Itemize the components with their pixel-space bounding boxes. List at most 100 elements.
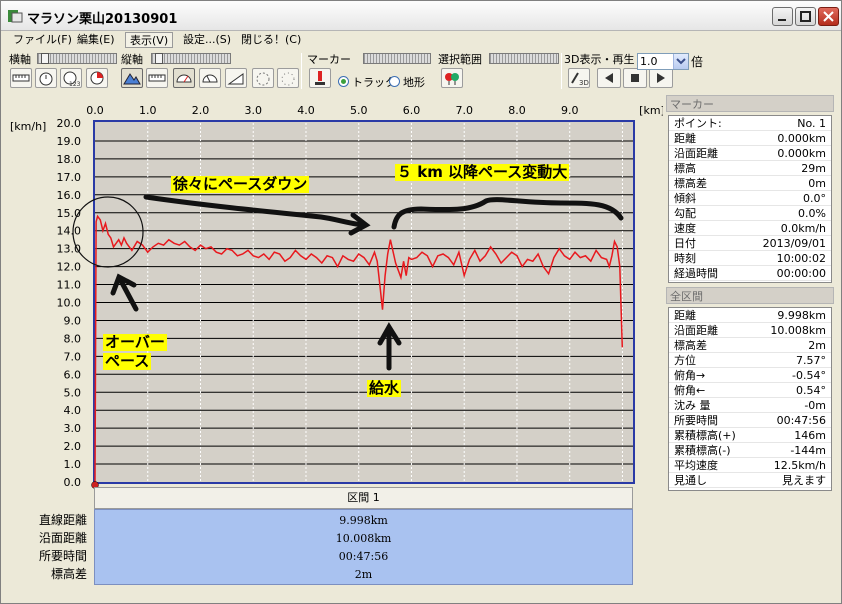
info-key: 沿面距離 (674, 324, 718, 337)
y-axis-slider-thumb[interactable] (155, 53, 163, 64)
summary-value: 10.008km (335, 532, 392, 545)
title-bar[interactable]: マラソン栗山20130901 (1, 1, 841, 31)
menu-settings[interactable]: 設定...(S) (179, 32, 235, 48)
horizontal-scrollbar[interactable] (1, 591, 663, 603)
timer-view-button[interactable] (252, 68, 274, 88)
info-value: 00:00:00 (776, 267, 826, 280)
slope-view-button[interactable] (225, 68, 247, 88)
elevation-view-button[interactable] (121, 68, 143, 88)
counter-axis-button[interactable]: 123 (60, 68, 82, 88)
marker-pin-button[interactable] (309, 68, 331, 88)
play-forward-button[interactable] (649, 68, 673, 88)
info-row: 俯角→ -0.54° (669, 368, 831, 383)
toolbar-separator (301, 53, 302, 89)
window-title: マラソン栗山20130901 (27, 12, 178, 27)
close-button[interactable] (818, 7, 839, 26)
info-row: 距離 0.000km (669, 131, 831, 146)
menu-edit[interactable]: 編集(E) (73, 32, 119, 48)
info-value: 0.000km (777, 147, 826, 160)
app-icon (8, 10, 23, 23)
info-value: 0.0% (798, 207, 826, 220)
info-key: 距離 (674, 132, 696, 145)
range-slider[interactable] (489, 53, 559, 64)
speed-select[interactable]: 1.0 (637, 53, 689, 70)
menu-bar: ファイル(F) 編集(E) 表示(V) 設定...(S) 閉じる！(C) (1, 31, 841, 49)
info-value: 0.0km/h (780, 222, 826, 235)
menu-close[interactable]: 閉じる！(C) (237, 32, 305, 48)
y-tick-label: 18.0 (57, 153, 82, 166)
summary-value: 9.998km (339, 514, 388, 527)
info-key: 速度 (674, 222, 696, 235)
marker-section-header: マーカー (666, 95, 834, 112)
info-value: 0.54° (796, 384, 826, 397)
summary-label: 直線距離 (38, 513, 87, 527)
y-tick-label: 16.0 (57, 189, 82, 202)
info-key: 日付 (674, 237, 696, 250)
menu-file[interactable]: ファイル(F) (9, 32, 76, 48)
view-3d-button[interactable]: 3D (568, 68, 590, 88)
info-value: 10.008km (770, 324, 826, 337)
mountain-icon (123, 73, 141, 85)
track-radio[interactable] (338, 76, 349, 87)
info-value: 見えます (782, 474, 826, 487)
x-axis-slider[interactable] (37, 53, 117, 64)
timer-dots-icon (281, 72, 295, 86)
summary-value: 00:47:56 (338, 550, 389, 563)
maximize-button[interactable] (795, 7, 816, 26)
y-tick-label: 11.0 (57, 279, 82, 292)
info-key: 方位 (674, 354, 696, 367)
info-row: 沿面距離 10.008km (669, 323, 831, 338)
pace-view-button[interactable] (199, 68, 221, 88)
timer-alt-view-button[interactable] (277, 68, 299, 88)
info-key: 勾配 (674, 207, 696, 220)
summary-label: 沿面距離 (38, 531, 87, 545)
info-value: No. 1 (797, 117, 826, 130)
marker-slider[interactable] (363, 53, 431, 64)
y-tick-label: 15.0 (57, 207, 82, 220)
chevron-down-icon[interactable] (673, 54, 688, 69)
y-tick-label: 12.0 (57, 261, 82, 274)
info-row: 経過時間 00:00:00 (669, 266, 831, 281)
info-value: 12.5km/h (773, 459, 826, 472)
pie-axis-button[interactable] (86, 68, 108, 88)
info-key: 見通し (674, 474, 707, 487)
summary-header: 区間 1 (94, 487, 633, 509)
summary-panel: 9.998km 10.008km 00:47:56 2m (94, 509, 633, 585)
info-value: 0.000km (777, 132, 826, 145)
x-tick-label: 1.0 (139, 104, 157, 117)
terrain-radio[interactable] (389, 76, 400, 87)
info-row: 速度 0.0km/h (669, 221, 831, 236)
app-window: マラソン栗山20130901 ファイル(F) 編集(E) 表示(V) 設定...… (0, 0, 842, 604)
menu-view[interactable]: 表示(V) (125, 32, 174, 48)
stop-button[interactable] (623, 68, 647, 88)
distance-axis-button[interactable] (10, 68, 32, 88)
y-axis-unit: [km/h] (10, 120, 46, 133)
speed-view-button[interactable] (173, 68, 195, 88)
x-axis-slider-thumb[interactable] (41, 53, 49, 64)
info-value: 0m (808, 177, 826, 190)
range-select-button[interactable] (441, 68, 463, 88)
y-tick-label: 0.0 (64, 476, 82, 489)
info-value: -0m (804, 399, 826, 412)
info-value: -0.54° (792, 369, 826, 382)
info-row: 標高差 0m (669, 176, 831, 191)
info-key: ポイント: (674, 117, 722, 130)
info-row: ポイント: No. 1 (669, 116, 831, 131)
y-axis-slider[interactable] (151, 53, 231, 64)
x-tick-label: 2.0 (192, 104, 210, 117)
play3d-label: 3D表示・再生 (564, 53, 635, 66)
x-axis-label: 横軸 (9, 53, 31, 66)
play-back-button[interactable] (597, 68, 621, 88)
marker-info-panel: ポイント: No. 1 距離 0.000km 沿面距離 0.000km 標高 29m 標高差 0m… (668, 115, 832, 283)
play-forward-icon (657, 73, 665, 83)
svg-text:3D: 3D (579, 79, 589, 87)
slope-icon (227, 73, 244, 85)
distance-view-button[interactable] (146, 68, 168, 88)
terrain-radio-label: 地形 (403, 76, 425, 89)
x-tick-label: 4.0 (297, 104, 315, 117)
annotation-gradual-pacedown: 徐々にペースダウン (171, 175, 310, 193)
time-axis-button[interactable] (35, 68, 57, 88)
minimize-button[interactable] (772, 7, 793, 26)
info-row: 時刻 10:00:02 (669, 251, 831, 266)
info-key: 累積標高(+) (674, 429, 736, 442)
